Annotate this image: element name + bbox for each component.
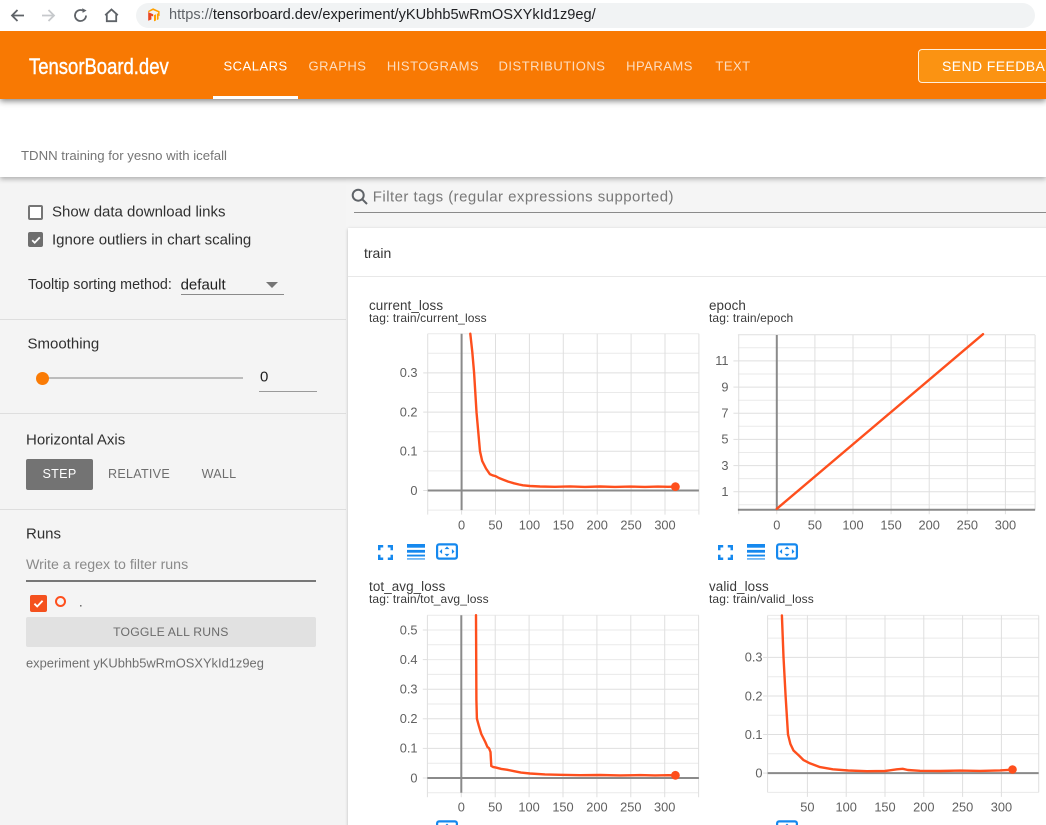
svg-text:0.5: 0.5 (400, 622, 418, 637)
svg-text:150: 150 (552, 800, 573, 815)
svg-text:100: 100 (518, 800, 539, 815)
svg-text:100: 100 (842, 518, 863, 533)
svg-text:0: 0 (773, 518, 780, 533)
svg-text:0.1: 0.1 (400, 741, 418, 756)
svg-text:50: 50 (488, 800, 502, 815)
svg-text:50: 50 (800, 800, 814, 815)
svg-text:150: 150 (874, 800, 895, 815)
svg-text:300: 300 (654, 800, 675, 815)
svg-text:200: 200 (586, 800, 607, 815)
svg-text:11: 11 (715, 353, 728, 368)
svg-text:0.3: 0.3 (400, 682, 418, 697)
svg-text:0: 0 (410, 483, 417, 498)
svg-text:0.2: 0.2 (400, 711, 418, 726)
svg-text:9: 9 (721, 379, 728, 394)
svg-text:0: 0 (458, 800, 465, 815)
svg-text:5: 5 (721, 432, 728, 447)
svg-text:300: 300 (995, 518, 1016, 533)
svg-text:200: 200 (913, 800, 934, 815)
svg-text:150: 150 (553, 518, 574, 533)
svg-text:100: 100 (836, 800, 857, 815)
svg-text:300: 300 (654, 518, 675, 533)
svg-text:1: 1 (721, 484, 728, 499)
svg-text:50: 50 (808, 518, 822, 533)
svg-text:7: 7 (721, 406, 728, 421)
svg-text:200: 200 (587, 518, 608, 533)
svg-text:250: 250 (957, 518, 978, 533)
svg-text:0.1: 0.1 (400, 444, 418, 459)
svg-text:0: 0 (410, 770, 417, 785)
svg-text:0.3: 0.3 (400, 365, 418, 380)
svg-text:0.3: 0.3 (745, 650, 763, 665)
svg-text:250: 250 (620, 800, 641, 815)
svg-text:100: 100 (519, 518, 540, 533)
svg-text:0.1: 0.1 (745, 727, 763, 742)
svg-text:0.2: 0.2 (745, 688, 763, 703)
svg-text:150: 150 (880, 518, 901, 533)
svg-text:0.2: 0.2 (400, 404, 418, 419)
svg-text:250: 250 (952, 800, 973, 815)
svg-text:250: 250 (620, 518, 641, 533)
svg-text:3: 3 (721, 458, 728, 473)
svg-text:0.4: 0.4 (400, 652, 418, 667)
svg-text:0: 0 (755, 765, 762, 780)
svg-text:0: 0 (458, 518, 465, 533)
svg-text:50: 50 (488, 518, 502, 533)
svg-text:300: 300 (991, 800, 1012, 815)
svg-text:200: 200 (919, 518, 940, 533)
